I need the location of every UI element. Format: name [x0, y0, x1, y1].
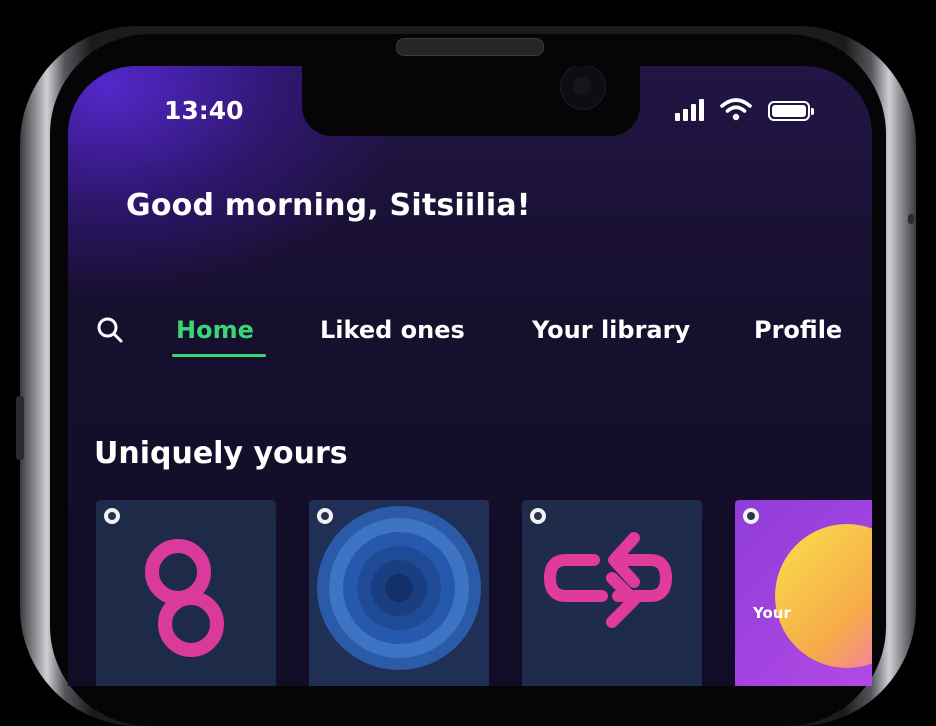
playlist-card[interactable]	[309, 500, 489, 686]
tab-your-library[interactable]: Your library	[532, 316, 690, 344]
app-screen: 13:40 Good morning, Sitsiilia! Home Like…	[68, 66, 872, 686]
search-icon[interactable]	[96, 316, 124, 344]
gradient-circle-art	[775, 524, 872, 668]
greeting-heading: Good morning, Sitsiilia!	[126, 188, 531, 223]
earpiece-speaker	[396, 38, 544, 56]
concentric-circles-art	[317, 506, 481, 670]
status-icons	[675, 97, 814, 121]
repeat-arrows-art	[543, 532, 673, 628]
tab-liked-ones[interactable]: Liked ones	[320, 316, 465, 344]
notch	[302, 66, 640, 136]
side-button	[16, 396, 24, 460]
wifi-icon	[720, 98, 752, 121]
side-button	[908, 214, 914, 224]
status-time: 13:40	[164, 96, 244, 125]
tab-home[interactable]: Home	[176, 316, 254, 344]
cellular-signal-icon	[675, 99, 704, 121]
infinity-loop-art	[145, 539, 224, 657]
card-label: Your	[753, 604, 791, 622]
active-tab-indicator	[172, 354, 266, 357]
section-title: Uniquely yours	[94, 436, 348, 471]
playlist-card[interactable]	[96, 500, 276, 686]
playlist-card[interactable]	[522, 500, 702, 686]
playlist-card[interactable]: Your	[735, 500, 872, 686]
battery-icon	[768, 101, 814, 121]
tab-profile[interactable]: Profile	[754, 316, 842, 344]
top-nav: Home Liked ones Your library Profile	[92, 302, 872, 362]
front-camera	[560, 66, 606, 110]
